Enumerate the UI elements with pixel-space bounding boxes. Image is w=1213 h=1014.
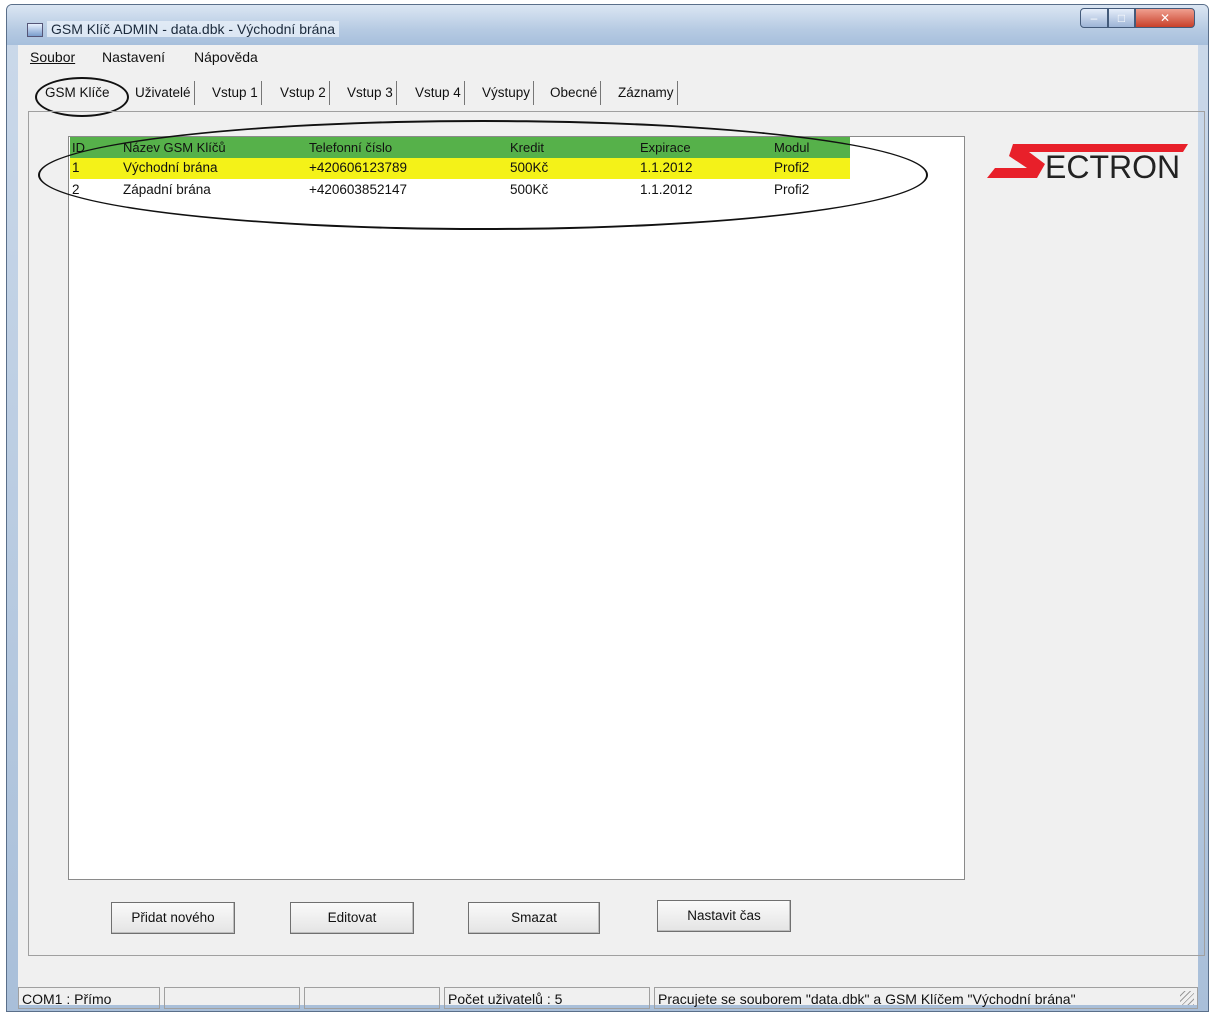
status-empty-1: [164, 987, 300, 1009]
tab-zaznamy[interactable]: Záznamy: [618, 81, 678, 105]
tab-vstup-4[interactable]: Vstup 4: [415, 81, 465, 105]
status-empty-2: [304, 987, 440, 1009]
status-port: COM1 : Přímo: [18, 987, 160, 1009]
close-icon: ✕: [1159, 11, 1171, 25]
status-bar: COM1 : Přímo Počet uživatelů : 5 Pracuje…: [18, 987, 1198, 1011]
minimize-button[interactable]: –: [1080, 8, 1108, 28]
menu-napoveda[interactable]: Nápověda: [194, 49, 258, 65]
tab-uzivatele[interactable]: Uživatelé: [135, 81, 195, 105]
status-message: Pracujete se souborem "data.dbk" a GSM K…: [654, 987, 1198, 1009]
menu-soubor[interactable]: Soubor: [30, 49, 75, 65]
tab-obecne[interactable]: Obecné: [550, 81, 602, 105]
maximize-icon: □: [1117, 11, 1126, 25]
gsm-keys-list[interactable]: ID Název GSM Klíčů Telefonní číslo Kredi…: [68, 136, 965, 880]
menu-nastaveni[interactable]: Nastavení: [102, 49, 165, 65]
tab-vstup-2[interactable]: Vstup 2: [280, 81, 330, 105]
set-time-button[interactable]: Nastavit čas: [657, 900, 791, 932]
tab-vstup-3[interactable]: Vstup 3: [347, 81, 397, 105]
status-user-count: Počet uživatelů : 5: [444, 987, 650, 1009]
title-bar[interactable]: GSM Klíč ADMIN - data.dbk - Východní brá…: [7, 5, 1208, 45]
resize-grip-icon[interactable]: [1180, 991, 1194, 1005]
minimize-icon: –: [1090, 11, 1098, 25]
application-window: GSM Klíč ADMIN - data.dbk - Východní brá…: [6, 4, 1209, 1012]
rows-highlight-ellipse: [38, 120, 928, 230]
sectron-logo: ECTRON: [987, 144, 1188, 185]
app-icon: [27, 23, 43, 37]
close-button[interactable]: ✕: [1135, 8, 1195, 28]
add-new-button[interactable]: Přidat nového: [111, 902, 235, 934]
maximize-button[interactable]: □: [1108, 8, 1135, 28]
tab-vystupy[interactable]: Výstupy: [482, 81, 535, 105]
logo-text: ECTRON: [1045, 149, 1180, 185]
tab-vstup-1[interactable]: Vstup 1: [212, 81, 262, 105]
delete-button[interactable]: Smazat: [468, 902, 600, 934]
window-title: GSM Klíč ADMIN - data.dbk - Východní brá…: [47, 21, 340, 37]
client-area: Soubor Nastavení Nápověda GSM Klíče Uživ…: [18, 45, 1205, 1009]
edit-button[interactable]: Editovat: [290, 902, 414, 934]
